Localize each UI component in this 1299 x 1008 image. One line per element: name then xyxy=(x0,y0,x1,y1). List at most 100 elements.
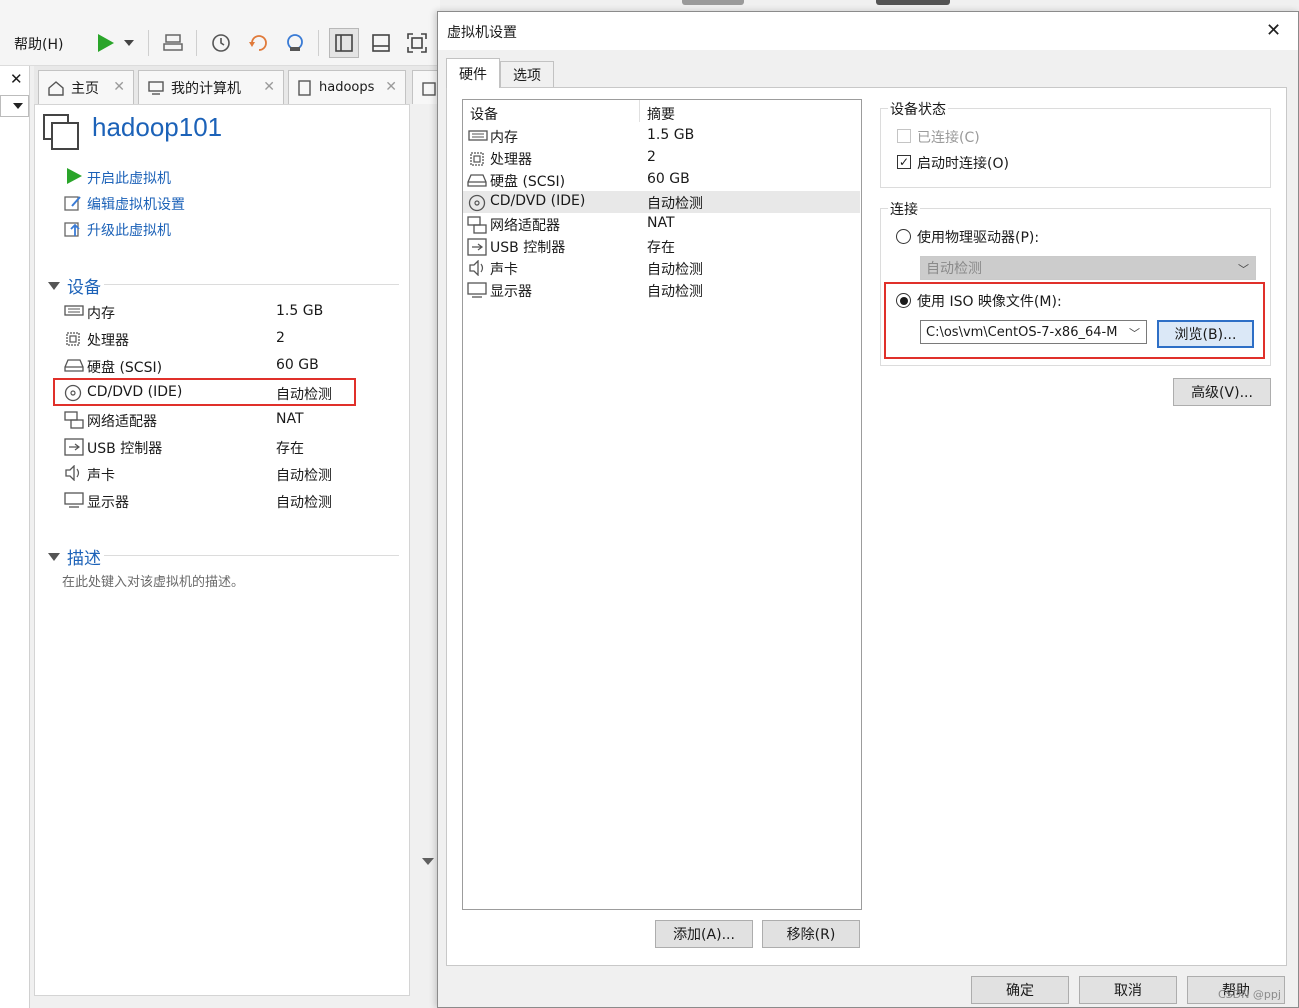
device-name[interactable]: 硬盘 (SCSI) xyxy=(87,357,162,377)
device-value: 2 xyxy=(276,330,285,346)
tab-options[interactable]: 选项 xyxy=(500,61,554,87)
power-on-link[interactable]: 开启此虚拟机 xyxy=(87,168,171,188)
device-value: 自动检测 xyxy=(276,468,332,484)
chevron-down-icon[interactable] xyxy=(114,28,144,58)
device-value: 自动检测 xyxy=(276,495,332,511)
edit-settings-link[interactable]: 编辑虚拟机设置 xyxy=(87,194,185,214)
cancel-button[interactable]: 取消 xyxy=(1079,976,1177,1004)
list-item[interactable]: 网络适配器 xyxy=(490,215,560,235)
send-keys-icon[interactable] xyxy=(158,28,188,58)
device-status-group xyxy=(880,108,1271,188)
device-name[interactable]: 处理器 xyxy=(87,330,129,350)
close-icon[interactable]: ✕ xyxy=(385,79,397,95)
list-item[interactable]: 声卡 xyxy=(490,259,518,279)
connected-checkbox xyxy=(897,129,911,143)
collapse-arrow-icon[interactable] xyxy=(48,279,60,295)
device-value: 60 GB xyxy=(276,357,319,373)
list-item[interactable]: 处理器 xyxy=(490,149,532,169)
tab-overflow[interactable] xyxy=(412,70,440,104)
memory-icon xyxy=(64,304,84,322)
list-item-value: 存在 xyxy=(647,240,675,256)
device-name[interactable]: 内存 xyxy=(87,303,115,323)
device-name[interactable]: 网络适配器 xyxy=(87,411,157,431)
physical-drive-label[interactable]: 使用物理驱动器(P): xyxy=(917,227,1039,247)
device-value: NAT xyxy=(276,411,304,427)
connected-label: 已连接(C) xyxy=(917,130,980,146)
close-icon[interactable]: ✕ xyxy=(263,79,275,95)
list-item[interactable]: 硬盘 (SCSI) xyxy=(490,171,565,191)
tab-hadoops[interactable]: hadoops ✕ xyxy=(288,70,406,104)
column-header-summary[interactable]: 摘要 xyxy=(647,104,675,124)
description-input[interactable]: 在此处键入对该虚拟机的描述。 xyxy=(62,571,244,590)
fullscreen-icon[interactable] xyxy=(402,28,432,58)
usb-icon xyxy=(64,438,84,460)
sidebar-toggle-icon[interactable] xyxy=(329,28,359,58)
library-panel xyxy=(0,66,30,1008)
scroll-down-icon[interactable] xyxy=(422,858,434,865)
sound-card-icon xyxy=(468,259,486,280)
add-device-button[interactable]: 添加(A)... xyxy=(655,920,753,948)
toolbar-divider xyxy=(148,30,149,56)
sound-card-icon xyxy=(64,464,82,485)
vm-title: hadoop101 xyxy=(92,112,223,142)
connect-at-power-on-checkbox[interactable]: ✓ xyxy=(897,155,911,169)
monitor-icon xyxy=(148,80,164,95)
edit-settings-icon xyxy=(64,194,82,216)
device-value: 存在 xyxy=(276,441,304,457)
remove-device-button[interactable]: 移除(R) xyxy=(762,920,860,948)
network-adapter-icon xyxy=(64,411,84,433)
tab-home[interactable]: 主页 ✕ xyxy=(38,70,134,104)
snapshot-manager-icon[interactable] xyxy=(280,28,310,58)
library-dropdown[interactable] xyxy=(0,95,29,117)
section-divider xyxy=(104,284,399,285)
cd-dvd-icon xyxy=(468,194,486,216)
snapshot-icon[interactable] xyxy=(206,28,236,58)
list-item[interactable]: USB 控制器 xyxy=(490,237,565,257)
play-icon xyxy=(66,168,82,188)
cpu-icon xyxy=(468,150,486,172)
collapse-arrow-icon[interactable] xyxy=(48,550,60,566)
highlight-iso xyxy=(884,282,1265,359)
hard-disk-icon xyxy=(467,172,487,192)
column-header-device[interactable]: 设备 xyxy=(470,104,498,124)
physical-drive-radio[interactable] xyxy=(896,229,911,244)
physical-drive-select: 自动检测 ﹀ xyxy=(920,256,1256,280)
tab-my-computer[interactable]: 我的计算机 ✕ xyxy=(138,70,284,104)
upgrade-link[interactable]: 升级此虚拟机 xyxy=(87,220,171,240)
home-icon xyxy=(48,80,64,96)
list-item[interactable]: 显示器 xyxy=(490,281,532,301)
close-icon[interactable]: ✕ xyxy=(113,79,125,95)
dialog-titlebar xyxy=(438,12,1298,50)
menu-help[interactable]: 帮助(H) xyxy=(14,34,63,54)
connect-at-power-on-label[interactable]: 启动时连接(O) xyxy=(917,153,1009,173)
device-name[interactable]: USB 控制器 xyxy=(87,438,162,458)
list-item-value: 1.5 GB xyxy=(647,127,695,143)
list-item-selected[interactable]: CD/DVD (IDE) xyxy=(490,193,585,209)
description-section-title[interactable]: 描述 xyxy=(67,544,101,569)
usb-icon xyxy=(467,238,487,260)
list-item-value: 自动检测 xyxy=(647,284,703,300)
toolbar-divider xyxy=(318,30,319,56)
group-title: 设备状态 xyxy=(888,99,948,119)
close-icon[interactable]: ✕ xyxy=(1266,20,1281,41)
close-icon[interactable]: ✕ xyxy=(10,70,23,88)
chevron-down-icon: ﹀ xyxy=(1238,263,1249,276)
vm-icon xyxy=(42,113,80,155)
hard-disk-icon xyxy=(64,357,84,377)
devices-section-title[interactable]: 设备 xyxy=(67,273,101,298)
column-divider xyxy=(639,100,640,122)
group-title: 连接 xyxy=(888,199,920,219)
ok-button[interactable]: 确定 xyxy=(971,976,1069,1004)
tab-hardware[interactable]: 硬件 xyxy=(446,58,500,88)
advanced-button[interactable]: 高级(V)... xyxy=(1173,378,1271,406)
list-item[interactable]: 内存 xyxy=(490,127,518,147)
display-icon xyxy=(467,282,487,302)
device-name[interactable]: 显示器 xyxy=(87,492,129,512)
section-divider xyxy=(104,555,399,556)
watermark: CSDN @ppj xyxy=(1218,988,1281,1001)
device-value: 1.5 GB xyxy=(276,303,324,319)
device-name[interactable]: 声卡 xyxy=(87,465,115,485)
window-edge xyxy=(682,0,744,5)
revert-snapshot-icon[interactable] xyxy=(244,28,274,58)
thumbnail-bar-icon[interactable] xyxy=(366,28,396,58)
